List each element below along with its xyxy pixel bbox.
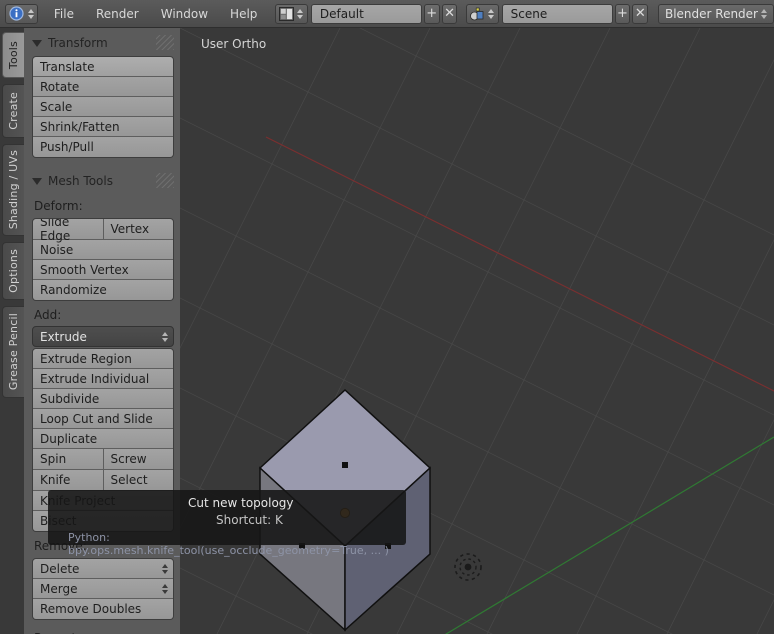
push-pull-button[interactable]: Push/Pull	[33, 137, 173, 157]
delete-screen-layout-button[interactable]: ✕	[441, 3, 458, 24]
sidebar-item-grease-pencil[interactable]: Grease Pencil	[2, 306, 24, 398]
smooth-vertex-button[interactable]: Smooth Vertex	[33, 260, 173, 280]
remove-doubles-button[interactable]: Remove Doubles	[33, 599, 173, 619]
render-engine-selector[interactable]: Blender Render	[657, 3, 774, 24]
extrude-individual-button[interactable]: Extrude Individual	[33, 369, 173, 389]
sidebar-item-label: Create	[7, 92, 20, 130]
slide-edge-button[interactable]: Slide Edge	[33, 219, 104, 243]
add-section-label: Add:	[34, 308, 62, 322]
menu-window[interactable]: Window	[150, 3, 219, 25]
sidebar-item-label: Tools	[7, 40, 20, 70]
add-scene-button[interactable]: +	[614, 3, 631, 24]
extrude-region-button[interactable]: Extrude Region	[33, 349, 173, 369]
knife-select-row: Knife Select	[33, 470, 173, 491]
merge-dropdown[interactable]: Merge	[33, 579, 173, 599]
scene-name-field[interactable]: Scene	[501, 3, 613, 24]
top-menu-bar: File Render Window Help Default + ✕ Scen…	[0, 0, 774, 28]
viewport-view-label: User Ortho	[201, 37, 267, 51]
tooltip-python-path: Python: bpy.ops.mesh.knife_tool(use_occl…	[68, 531, 389, 557]
knife-button[interactable]: Knife	[33, 470, 104, 490]
menu-file[interactable]: File	[43, 3, 85, 25]
tool-shelf-tabs: Tools Create Shading / UVs Options Greas…	[0, 28, 24, 634]
shrink-fatten-button[interactable]: Shrink/Fatten	[33, 117, 173, 137]
scale-button[interactable]: Scale	[33, 97, 173, 117]
tooltip-title: Cut new topology	[188, 496, 294, 510]
merge-dropdown-value: Merge	[40, 581, 78, 596]
spin-button[interactable]: Spin	[33, 449, 104, 469]
delete-dropdown[interactable]: Delete	[33, 559, 173, 579]
menu-render[interactable]: Render	[85, 3, 150, 25]
tooltip-shortcut: Shortcut: K	[216, 513, 283, 527]
transform-panel-header[interactable]: Transform	[24, 32, 180, 54]
mesh-tools-panel-header[interactable]: Mesh Tools	[24, 170, 180, 192]
knife-tool-tooltip: Cut new topology Shortcut: K Python: bpy…	[48, 490, 406, 557]
panel-grip-icon	[156, 35, 174, 50]
loop-cut-and-slide-button[interactable]: Loop Cut and Slide	[33, 409, 173, 429]
sidebar-item-create[interactable]: Create	[2, 84, 24, 138]
remove-buttons: Delete Merge Remove Doubles	[32, 558, 174, 620]
spin-screw-row: Spin Screw	[33, 449, 173, 470]
chevron-down-icon	[32, 39, 42, 47]
screen-layout-selector[interactable]	[274, 3, 308, 24]
add-screen-layout-button[interactable]: +	[423, 3, 440, 24]
extrude-dropdown[interactable]: Extrude	[32, 326, 174, 347]
merge-dropdown-arrows	[162, 583, 168, 594]
randomize-button[interactable]: Randomize	[33, 280, 173, 300]
screen-layout-name-field[interactable]: Default	[310, 3, 422, 24]
sidebar-item-label: Grease Pencil	[7, 313, 20, 391]
editor-type-selector[interactable]	[5, 3, 38, 24]
scene-icon	[469, 6, 486, 22]
select-button[interactable]: Select	[103, 470, 173, 490]
scene-selector-arrows[interactable]	[487, 6, 496, 22]
panel-title: Transform	[48, 36, 108, 50]
screen-layout-arrows[interactable]	[296, 6, 305, 22]
scene-selector[interactable]	[465, 3, 499, 24]
sidebar-item-label: Options	[7, 249, 20, 293]
slide-vertex-button[interactable]: Vertex	[103, 219, 173, 239]
deform-section-label: Deform:	[34, 199, 83, 213]
noise-button[interactable]: Noise	[33, 240, 173, 260]
duplicate-button[interactable]: Duplicate	[33, 429, 173, 449]
sidebar-item-shading-uvs[interactable]: Shading / UVs	[2, 144, 24, 236]
rotate-button[interactable]: Rotate	[33, 77, 173, 97]
render-engine-label: Blender Render	[664, 6, 758, 21]
panel-title: Mesh Tools	[48, 174, 113, 188]
sidebar-item-options[interactable]: Options	[2, 242, 24, 300]
subdivide-button[interactable]: Subdivide	[33, 389, 173, 409]
delete-scene-button[interactable]: ✕	[632, 3, 649, 24]
repeat-section-label: Repeat:	[24, 620, 180, 634]
deform-buttons: Slide Edge Vertex Noise Smooth Vertex Ra…	[32, 218, 174, 301]
delete-dropdown-value: Delete	[40, 561, 80, 576]
panel-grip-icon	[156, 173, 174, 188]
delete-dropdown-arrows	[162, 563, 168, 574]
info-editor-icon	[8, 6, 25, 22]
face-dot-top	[342, 462, 348, 468]
editor-type-arrows[interactable]	[26, 6, 35, 22]
blender-window: File Render Window Help Default + ✕ Scen…	[0, 0, 774, 634]
render-engine-arrows	[760, 8, 767, 19]
extrude-dropdown-value: Extrude	[40, 329, 87, 344]
transform-buttons: Translate Rotate Scale Shrink/Fatten Pus…	[32, 56, 174, 158]
menu-help[interactable]: Help	[219, 3, 268, 25]
screw-button[interactable]: Screw	[103, 449, 173, 469]
sidebar-item-label: Shading / UVs	[7, 150, 20, 230]
deform-split-row: Slide Edge Vertex	[33, 219, 173, 243]
chevron-down-icon	[32, 177, 42, 185]
extrude-dropdown-arrows	[162, 331, 168, 342]
translate-button[interactable]: Translate	[33, 57, 173, 77]
sidebar-item-tools[interactable]: Tools	[2, 32, 24, 78]
screen-layout-icon	[278, 6, 295, 22]
